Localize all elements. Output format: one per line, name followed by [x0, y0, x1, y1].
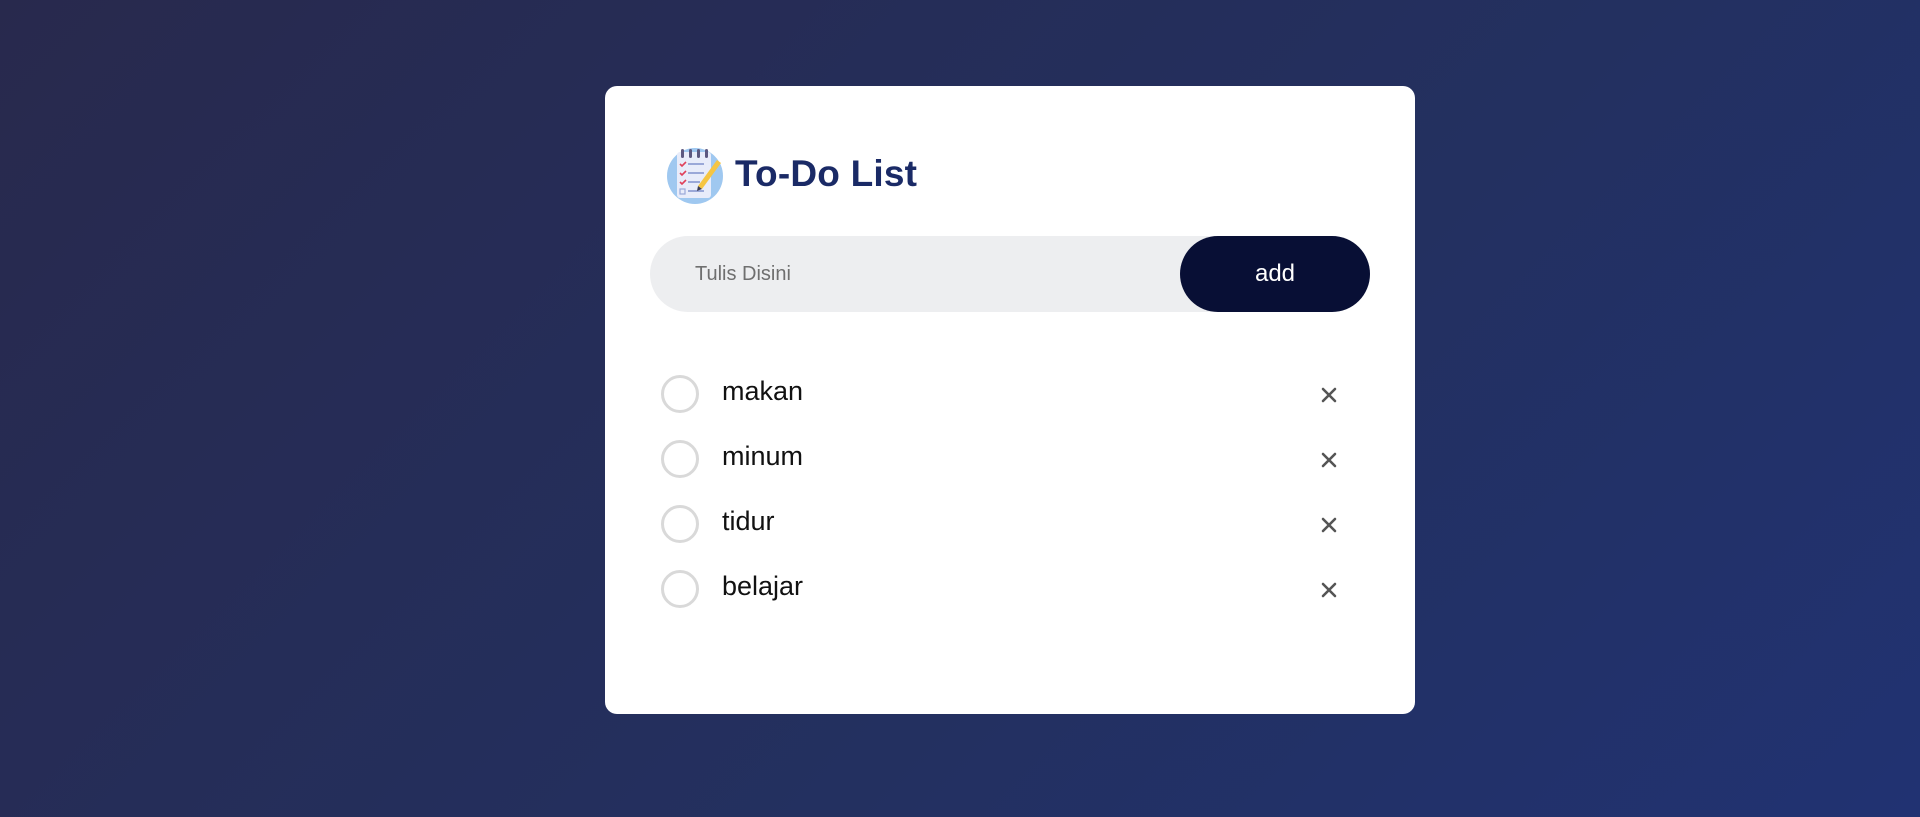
close-icon[interactable] [1311, 442, 1347, 478]
list-item[interactable]: minum [661, 426, 1361, 491]
unchecked-circle-icon[interactable] [661, 569, 699, 608]
list-item[interactable]: tidur [661, 491, 1361, 556]
task-label: belajar [722, 571, 804, 601]
unchecked-circle-icon[interactable] [661, 374, 699, 413]
close-icon[interactable] [1311, 572, 1347, 608]
task-label: minum [722, 441, 804, 471]
task-label: tidur [722, 506, 775, 536]
task-list: makan minum tidur belajar [661, 361, 1361, 621]
todo-card: To-Do List add makan minum tidur [605, 86, 1415, 714]
list-item[interactable]: makan [661, 361, 1361, 426]
task-input[interactable] [650, 236, 1180, 312]
close-icon[interactable] [1311, 377, 1347, 413]
unchecked-circle-icon[interactable] [661, 504, 699, 543]
close-icon[interactable] [1311, 507, 1347, 543]
notepad-checklist-icon [667, 148, 723, 204]
unchecked-circle-icon[interactable] [661, 439, 699, 478]
task-label: makan [722, 376, 804, 406]
add-task-row: add [650, 236, 1370, 312]
add-button[interactable]: add [1180, 236, 1370, 312]
list-item[interactable]: belajar [661, 556, 1361, 621]
page-title: To-Do List [735, 153, 918, 194]
app-header: To-Do List [665, 142, 917, 206]
